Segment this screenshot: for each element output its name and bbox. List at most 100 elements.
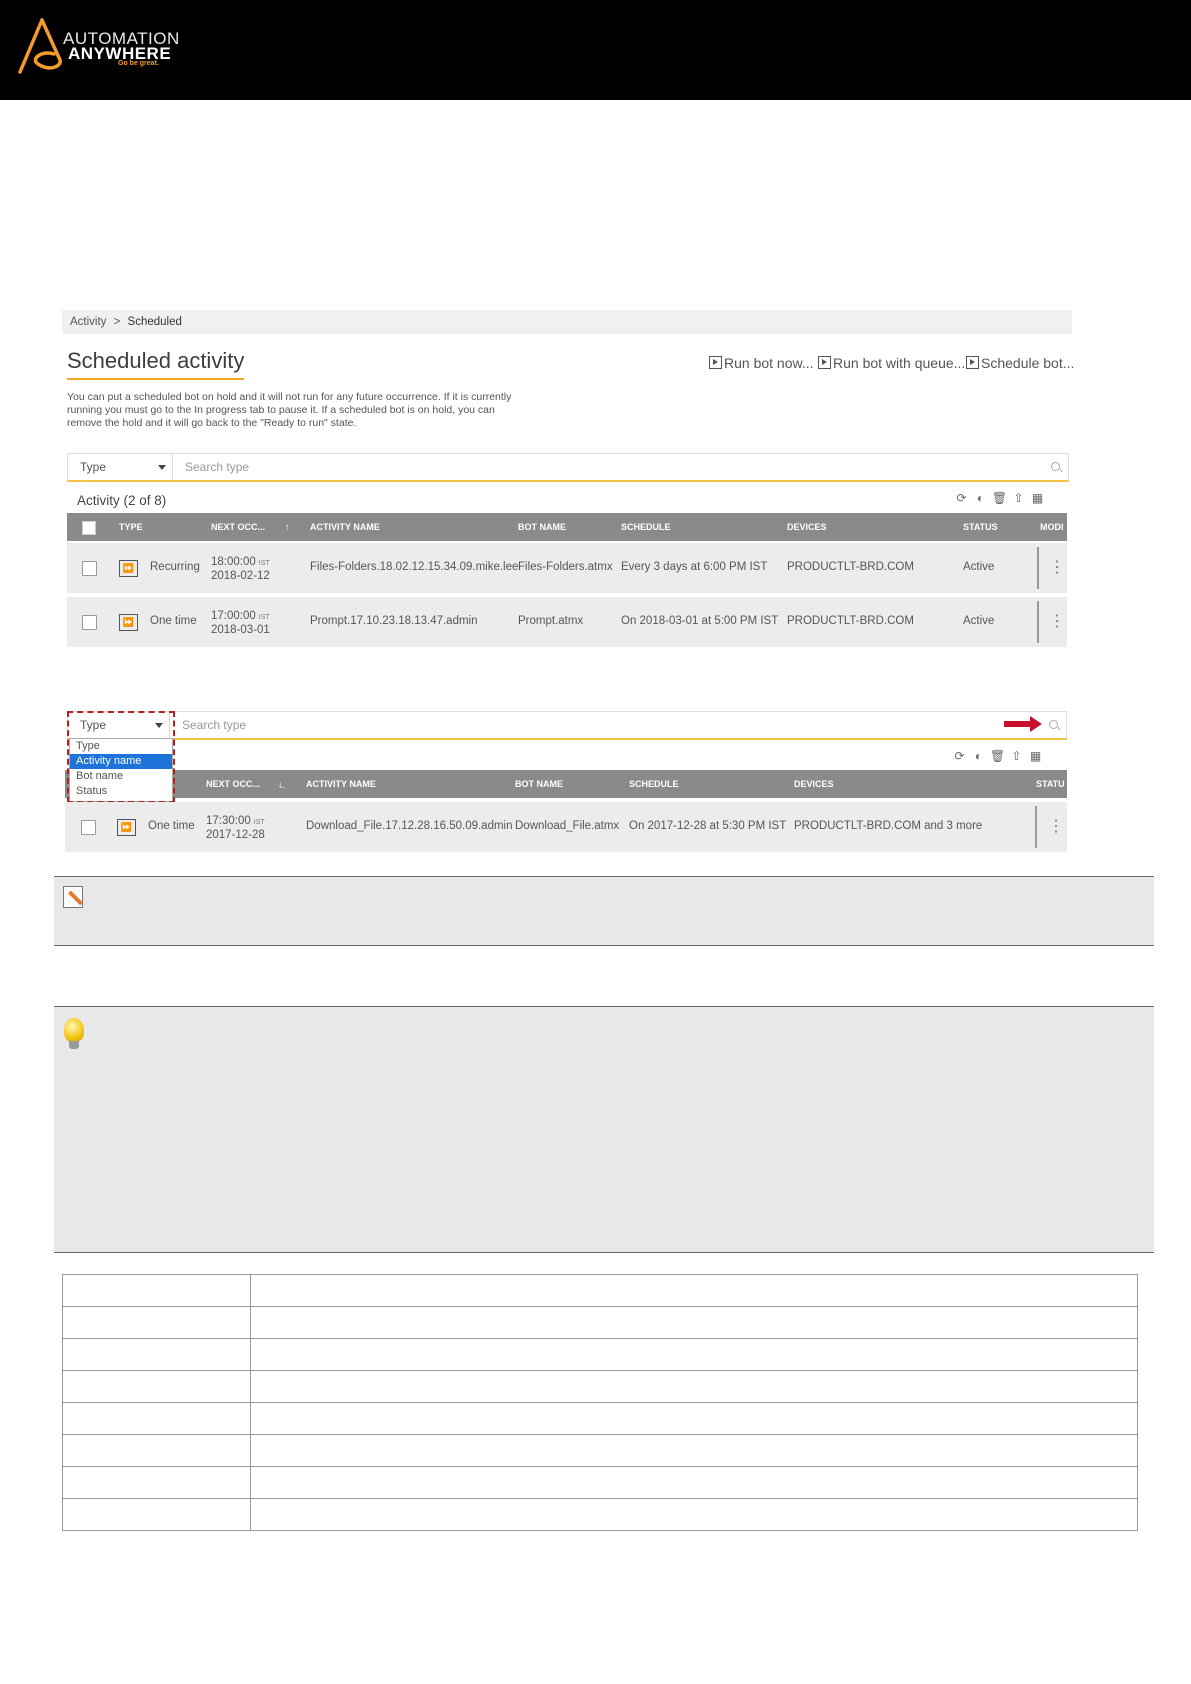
time-value: 18:00:00 — [211, 556, 256, 568]
breadcrumb: Activity > Scheduled — [62, 310, 1072, 334]
schedule-icon — [966, 356, 979, 369]
table-cell — [62, 1498, 251, 1531]
col-devices[interactable]: DEVICES — [787, 513, 827, 541]
table-cell — [62, 1274, 251, 1307]
run-bot-now-button[interactable]: Run bot now... — [709, 355, 814, 371]
trash-icon[interactable]: 🗑︎ — [988, 749, 1007, 763]
table-row — [62, 1402, 1138, 1435]
one-time-icon: ⏩ — [117, 819, 136, 836]
more-icon[interactable]: ⋮ — [1049, 614, 1065, 630]
col-next-occurrence[interactable]: NEXT OCC... — [206, 770, 260, 798]
time-value: 17:00:00 — [211, 610, 256, 622]
row-next-time: 18:00:00 IST — [211, 556, 270, 568]
col-type[interactable]: TYPE — [119, 513, 143, 541]
more-icon[interactable]: ⋮ — [1049, 560, 1065, 576]
run-bot-with-queue-button[interactable]: Run bot with queue... — [818, 355, 965, 371]
table-row — [62, 1370, 1138, 1403]
col-next-occurrence[interactable]: NEXT OCC... — [211, 513, 265, 541]
row-status: Active — [963, 561, 995, 573]
toggle-icon[interactable]: ◐ — [971, 491, 990, 505]
row-checkbox[interactable] — [82, 561, 97, 576]
col-modified[interactable]: MODI — [1040, 513, 1064, 541]
export-icon[interactable]: ⇧ — [1007, 749, 1026, 763]
play-icon — [709, 356, 722, 369]
select-all-checkbox[interactable] — [82, 521, 96, 535]
schedule-bot-button[interactable]: Schedule bot... — [966, 355, 1074, 371]
row-type: One time — [150, 615, 197, 627]
empty-table — [62, 1274, 1138, 1531]
refresh-icon[interactable]: ⟳ — [950, 749, 969, 763]
recurring-icon: ⏩ — [119, 560, 138, 577]
logo-tagline: Go be great. — [118, 60, 159, 67]
trash-icon[interactable]: 🗑︎ — [990, 491, 1009, 505]
row-bot-name: Files-Folders.atmx — [518, 561, 613, 573]
schedule-bot-label: Schedule bot... — [981, 355, 1075, 371]
search-input[interactable]: Search type — [182, 712, 246, 738]
row-next-time: 17:30:00 IST — [206, 815, 265, 827]
row-schedule: Every 3 days at 6:00 PM IST — [621, 561, 768, 573]
col-activity-name[interactable]: ACTIVITY NAME — [306, 770, 376, 798]
type-filter-select[interactable]: Type — [68, 454, 173, 480]
col-schedule[interactable]: SCHEDULE — [621, 513, 671, 541]
columns-icon[interactable]: ▦ — [1026, 749, 1045, 763]
run-bot-now-label: Run bot now... — [724, 355, 814, 371]
search-bar: Type Search type — [67, 711, 1067, 740]
search-icon[interactable] — [1049, 720, 1058, 729]
page-title: Scheduled activity — [67, 348, 245, 380]
col-status[interactable]: STATU — [1036, 770, 1065, 798]
timezone: IST — [253, 819, 265, 826]
refresh-icon[interactable]: ⟳ — [952, 491, 971, 505]
row-schedule: On 2017-12-28 at 5:30 PM IST — [629, 820, 787, 832]
table-cell — [62, 1370, 251, 1403]
col-activity-name[interactable]: ACTIVITY NAME — [310, 513, 380, 541]
row-divider — [1035, 806, 1037, 848]
callout-highlight-box — [67, 711, 175, 803]
sort-desc-icon[interactable]: ↓̲ — [278, 770, 283, 798]
table-toolbar: ⟳ ◐ 🗑︎ ⇧ ▦ — [950, 749, 1045, 763]
col-bot-name[interactable]: BOT NAME — [515, 770, 563, 798]
row-schedule: On 2018-03-01 at 5:00 PM IST — [621, 615, 779, 627]
export-icon[interactable]: ⇧ — [1009, 491, 1028, 505]
row-divider — [1037, 601, 1039, 643]
row-checkbox[interactable] — [81, 820, 96, 835]
row-devices: PRODUCTLT-BRD.COM — [787, 561, 914, 573]
lightbulb-base — [69, 1041, 79, 1049]
col-status[interactable]: STATUS — [963, 513, 998, 541]
search-icon[interactable] — [1051, 462, 1060, 471]
table-header: NEXT OCC... ↓̲ ACTIVITY NAME BOT NAME SC… — [65, 770, 1067, 798]
table-cell — [250, 1434, 1138, 1467]
row-status: Active — [963, 615, 995, 627]
table-header: TYPE NEXT OCC... ↑ ACTIVITY NAME BOT NAM… — [67, 513, 1067, 541]
col-bot-name[interactable]: BOT NAME — [518, 513, 566, 541]
row-next-time: 17:00:00 IST — [211, 610, 270, 622]
table-row — [62, 1274, 1138, 1307]
row-next-date: 2018-03-01 — [211, 624, 270, 636]
row-divider — [1037, 547, 1039, 589]
columns-icon[interactable]: ▦ — [1028, 491, 1047, 505]
table-row[interactable]: ⏩ Recurring 18:00:00 IST 2018-02-12 Files… — [67, 543, 1067, 593]
col-devices[interactable]: DEVICES — [794, 770, 834, 798]
table-cell — [250, 1370, 1138, 1403]
toggle-icon[interactable]: ◐ — [969, 749, 988, 763]
row-next-date: 2018-02-12 — [211, 570, 270, 582]
callout-arrow — [1004, 716, 1042, 732]
breadcrumb-activity[interactable]: Activity — [62, 316, 106, 328]
page-header: AUTOMATION ANYWHERE Go be great. — [0, 0, 1191, 100]
table-cell — [62, 1434, 251, 1467]
table-cell — [250, 1498, 1138, 1531]
more-icon[interactable]: ⋮ — [1048, 819, 1064, 835]
row-type: Recurring — [150, 561, 200, 573]
col-schedule[interactable]: SCHEDULE — [629, 770, 679, 798]
time-value: 17:30:00 — [206, 815, 251, 827]
row-activity-name: Files-Folders.18.02.12.15.34.09.mike.lee — [310, 561, 519, 573]
breadcrumb-scheduled: Scheduled — [127, 316, 182, 328]
row-checkbox[interactable] — [82, 615, 97, 630]
table-cell — [250, 1306, 1138, 1339]
sort-asc-icon[interactable]: ↑ — [285, 513, 290, 541]
row-activity-name: Download_File.17.12.28.16.50.09.admin — [306, 820, 513, 832]
search-input[interactable]: Search type — [185, 454, 249, 480]
chevron-down-icon — [158, 465, 166, 470]
table-row[interactable]: ⏩ One time 17:00:00 IST 2018-03-01 Prompt… — [67, 597, 1067, 647]
table-row[interactable]: ⏩ One time 17:30:00 IST 2017-12-28 Downlo… — [65, 802, 1067, 852]
type-filter-label: Type — [80, 460, 107, 474]
